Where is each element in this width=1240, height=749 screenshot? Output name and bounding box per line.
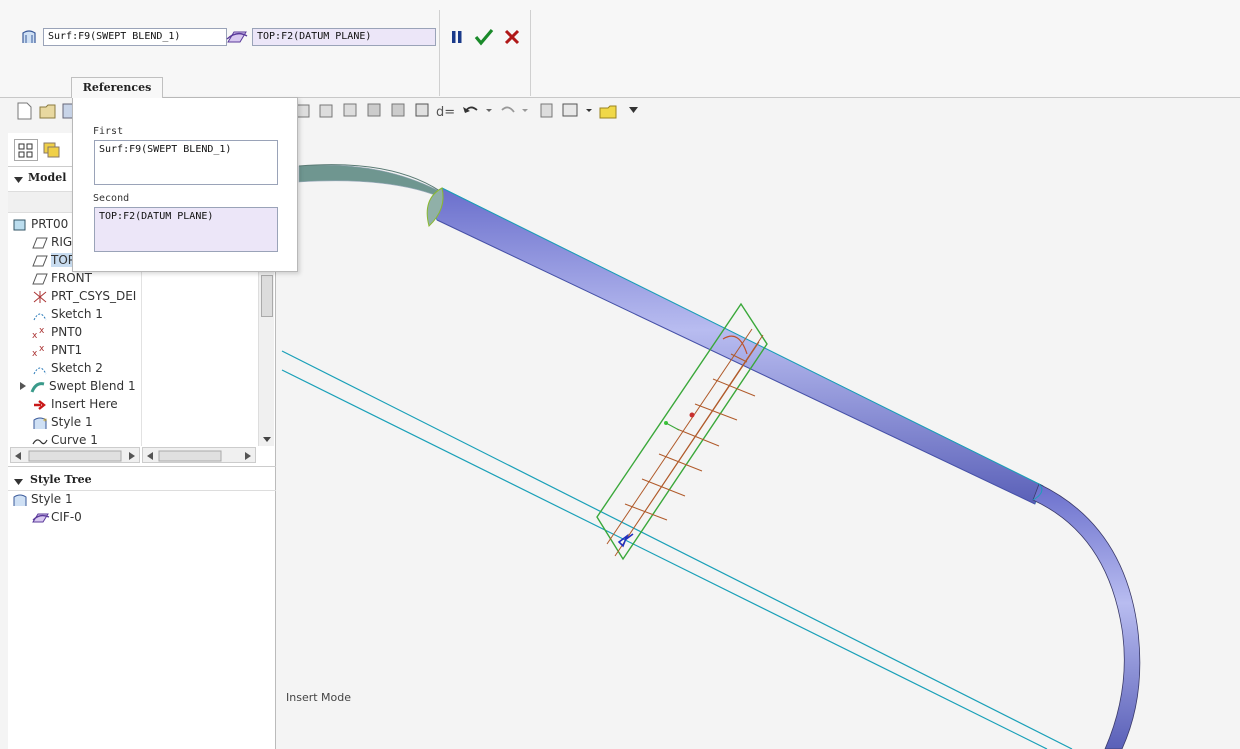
tree-item-swept-blend[interactable]: Swept Blend 1 xyxy=(18,377,136,395)
first-reference-label: First xyxy=(93,126,124,137)
style-tree-item-style-1[interactable]: Style 1 xyxy=(12,490,73,508)
svg-text:x: x xyxy=(32,349,38,358)
style-tree-header: Style Tree xyxy=(30,473,92,486)
tree-item-label: Style 1 xyxy=(51,415,93,429)
tree-item-style-1[interactable]: * Style 1 xyxy=(32,413,93,431)
layers-tab-icon[interactable] xyxy=(40,139,64,161)
insert-arrow-icon xyxy=(32,398,48,412)
pause-icon[interactable] xyxy=(449,29,465,45)
references-popup: First Surf:F9(SWEPT BLEND_1) Second TOP:… xyxy=(72,97,298,272)
svg-text:x: x xyxy=(39,326,45,336)
undo-icon[interactable] xyxy=(463,106,492,113)
more-dropdown-icon[interactable] xyxy=(629,107,638,113)
tree-item-top[interactable]: TOP xyxy=(32,251,76,269)
model-player-icon[interactable] xyxy=(540,103,553,118)
datum-plane-ref-icon xyxy=(226,28,248,46)
tree-item-csys[interactable]: PRT_CSYS_DEI xyxy=(32,287,136,305)
new-file-icon[interactable] xyxy=(17,102,32,120)
redo-icon[interactable] xyxy=(501,106,528,113)
datum-plane-icon xyxy=(32,254,48,268)
part-icon xyxy=(12,218,28,232)
datum-plane-icon xyxy=(32,272,48,286)
second-reference-label: Second xyxy=(93,193,130,204)
collapse-style-tree-icon[interactable] xyxy=(14,476,24,486)
relations-icon[interactable]: d= xyxy=(436,105,455,120)
model-tree-header: Model xyxy=(28,171,67,184)
svg-text:*: * xyxy=(43,417,47,426)
surface-ref-icon xyxy=(20,29,38,45)
graphics-window[interactable]: Insert Mode xyxy=(277,124,1240,749)
first-reference-collector[interactable]: Surf:F9(SWEPT BLEND_1) xyxy=(94,140,278,185)
tree-item-label: Swept Blend 1 xyxy=(49,379,136,393)
expand-arrow-icon[interactable] xyxy=(18,378,30,396)
second-reference-field[interactable]: TOP:F2(DATUM PLANE) xyxy=(252,28,436,46)
tree-item-label: PNT1 xyxy=(51,343,83,357)
csys-icon xyxy=(32,290,48,304)
tree-item-label: RIG xyxy=(51,235,73,249)
sketch-icon xyxy=(32,362,48,376)
layer-icon[interactable] xyxy=(391,103,405,117)
paste-icon[interactable] xyxy=(367,103,381,117)
style-datum-plane[interactable] xyxy=(596,302,768,561)
tree-item-sketch-1[interactable]: Sketch 1 xyxy=(32,305,103,323)
tree-item-part[interactable]: PRT00 xyxy=(12,215,68,233)
tree-item-label: FRONT xyxy=(51,271,92,285)
datum-point-icon: xx xyxy=(32,344,48,359)
tree-item-label: Sketch 1 xyxy=(51,307,103,321)
open-file-icon[interactable] xyxy=(39,104,56,119)
second-reference-collector[interactable]: TOP:F2(DATUM PLANE) xyxy=(94,207,278,252)
tree-item-label: Style 1 xyxy=(31,492,73,506)
tree-item-pnt0[interactable]: x x PNT0 xyxy=(32,323,82,341)
display-icon[interactable] xyxy=(415,103,429,117)
tree-item-label: Sketch 2 xyxy=(51,361,103,375)
swept-blend-surface[interactable] xyxy=(298,164,1141,749)
svg-text:x: x xyxy=(32,331,38,340)
tree-item-label: PRT_CSYS_DEI xyxy=(51,289,137,303)
accept-check-icon[interactable] xyxy=(474,28,494,46)
tab-references[interactable]: References xyxy=(71,77,163,98)
tree-horizontal-scrollbar-right[interactable] xyxy=(142,447,256,463)
tree-item-label: Insert Here xyxy=(51,397,118,411)
style-icon xyxy=(12,493,28,507)
tree-item-sketch-2[interactable]: Sketch 2 xyxy=(32,359,103,377)
svg-text:d=: d= xyxy=(436,105,455,120)
tree-item-label: PNT0 xyxy=(51,325,83,339)
copy-icon[interactable] xyxy=(343,103,357,117)
datum-plane-icon xyxy=(32,236,48,250)
tree-item-label: CIF-0 xyxy=(51,510,82,524)
tree-horizontal-scrollbar-left[interactable] xyxy=(10,447,140,463)
folder-icon[interactable] xyxy=(599,105,617,119)
first-reference-field[interactable]: Surf:F9(SWEPT BLEND_1) xyxy=(43,28,227,46)
cancel-x-icon[interactable] xyxy=(503,28,521,46)
swept-blend-icon xyxy=(30,380,46,394)
tree-item-pnt1[interactable]: x x PNT1 xyxy=(32,341,82,359)
sketch-icon xyxy=(32,308,48,322)
windows-icon[interactable] xyxy=(562,103,592,117)
collapse-model-icon[interactable] xyxy=(14,174,24,184)
svg-text:x: x xyxy=(39,344,45,354)
status-mode-text: Insert Mode xyxy=(286,691,352,704)
tree-item-label: Curve 1 xyxy=(51,433,98,447)
datum-curve-lines xyxy=(281,350,1073,749)
style-icon: * xyxy=(32,416,48,430)
tree-item-right[interactable]: RIG xyxy=(32,233,72,251)
regenerate-icon[interactable] xyxy=(296,104,310,118)
datum-point-icon: xx xyxy=(32,326,48,341)
model-tree-tab-icon[interactable] xyxy=(14,139,38,161)
curve-icon xyxy=(32,434,48,448)
style-tree-divider xyxy=(8,466,276,467)
feature-tool-icon[interactable] xyxy=(319,104,333,118)
cif-curve-icon xyxy=(32,511,50,525)
feature-dashboard: Surf:F9(SWEPT BLEND_1) TOP:F2(DATUM PLAN… xyxy=(0,0,1240,98)
style-tree-item-cif[interactable]: CIF-0 xyxy=(32,508,82,526)
tree-item-label: PRT00 xyxy=(31,217,69,231)
tree-item-insert-here[interactable]: Insert Here xyxy=(32,395,118,413)
